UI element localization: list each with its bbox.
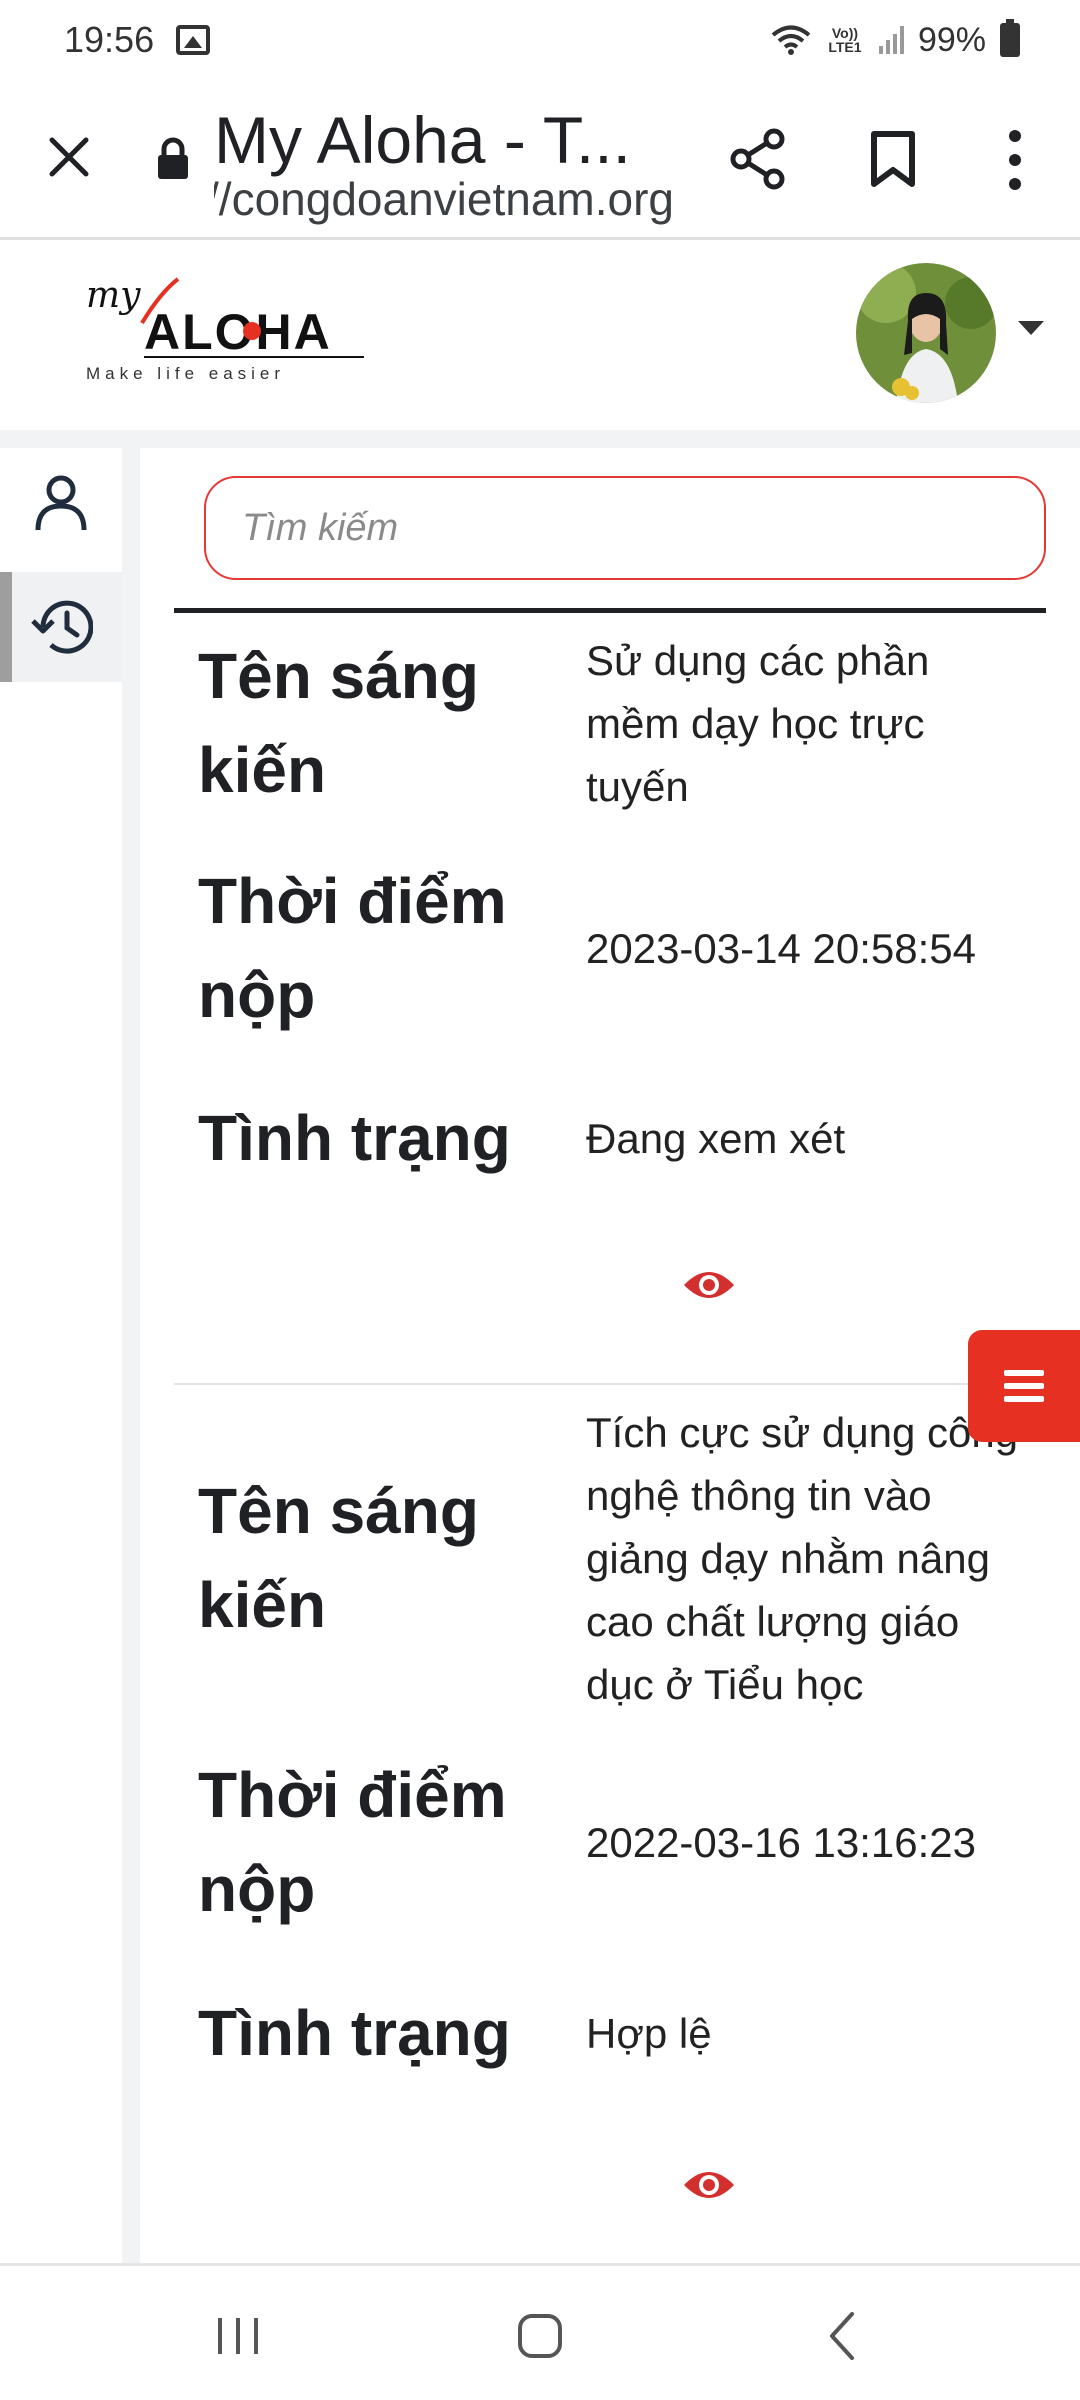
record-status-value: Đang xem xét [586, 1114, 846, 1162]
record-row-name: Tên sáng kiến Tích cực sử dụng công nghệ… [174, 1385, 1046, 1731]
record-row-name: Tên sáng kiến Sử dụng các phần mềm dạy h… [174, 613, 1046, 833]
account-dropdown-caret-icon[interactable] [1018, 321, 1044, 335]
back-icon[interactable] [826, 2310, 858, 2362]
history-icon [31, 600, 93, 654]
home-icon[interactable] [516, 2312, 564, 2360]
user-avatar[interactable] [856, 263, 996, 403]
user-icon [35, 475, 87, 531]
bookmark-icon[interactable] [870, 130, 916, 188]
signal-icon [878, 26, 904, 54]
record-actions [174, 1213, 1046, 1383]
share-icon[interactable] [730, 128, 786, 190]
record-name-value: Sử dụng các phần mềm dạy học trực tuyến [586, 636, 930, 810]
browser-toolbar: My Aloha - T... https://congdoanvietnam.… [0, 80, 1080, 240]
lock-icon [158, 137, 188, 179]
initiative-record: Tên sáng kiến Tích cực sử dụng công nghệ… [174, 1385, 1046, 2263]
record-time-label: Thời điểm nộp [198, 1759, 507, 1925]
record-time-label: Thời điểm nộp [198, 865, 507, 1031]
status-indicators: Vo)) LTE1 99% [771, 0, 1020, 80]
floating-menu-button[interactable] [968, 1330, 1080, 1442]
record-time-value: 2023-03-14 20:58:54 [586, 924, 976, 972]
hamburger-menu-icon [1004, 1370, 1044, 1402]
initiative-record: Tên sáng kiến Sử dụng các phần mềm dạy h… [174, 613, 1046, 1385]
svg-text:Make life easier: Make life easier [86, 364, 285, 383]
close-icon[interactable] [44, 132, 94, 182]
header-separator [0, 430, 1080, 448]
status-time: 19:56 [64, 19, 155, 60]
record-name-label: Tên sáng kiến [198, 1475, 479, 1641]
system-navigation-bar [0, 2263, 1080, 2400]
more-vert-icon[interactable] [1000, 128, 1030, 192]
view-eye-icon[interactable] [682, 1265, 736, 1305]
svg-text:my: my [86, 275, 141, 316]
site-header: my ALOHA Make life easier [0, 243, 1080, 430]
main-content: Tên sáng kiến Sử dụng các phần mềm dạy h… [140, 448, 1080, 2263]
search-input[interactable] [204, 476, 1046, 580]
view-eye-icon[interactable] [682, 2165, 736, 2205]
record-row-status: Tình trạng Đang xem xét [174, 1063, 1046, 1213]
svg-text:ALOHA: ALOHA [144, 304, 332, 360]
sidebar-item-profile[interactable] [0, 448, 122, 558]
active-indicator [0, 572, 12, 682]
record-row-time: Thời điểm nộp 2022-03-16 13:16:23 [174, 1731, 1046, 1953]
status-bar: 19:56 Vo)) LTE1 99% [0, 0, 1080, 80]
page-url[interactable]: https://congdoanvietnam.org [214, 172, 674, 226]
my-aloha-logo[interactable]: my ALOHA Make life easier [82, 273, 372, 383]
record-time-value: 2022-03-16 13:16:23 [586, 1818, 976, 1866]
network-type-label: Vo)) LTE1 [828, 25, 862, 55]
record-status-label: Tình trạng [198, 1997, 511, 2069]
recent-apps-icon[interactable] [214, 2316, 262, 2356]
sidebar-item-history[interactable] [0, 572, 122, 682]
battery-percent: 99% [917, 20, 986, 59]
page-title: My Aloha - T... [214, 103, 631, 177]
gallery-notification-icon [176, 25, 211, 55]
record-name-label: Tên sáng kiến [198, 640, 479, 806]
record-row-time: Thời điểm nộp 2023-03-14 20:58:54 [174, 833, 1046, 1063]
battery-icon [1000, 19, 1020, 57]
wifi-icon [771, 25, 811, 55]
record-name-value: Tích cực sử dụng công nghệ thông tin vào… [586, 1408, 1019, 1708]
sidebar-panel [0, 448, 122, 2263]
record-row-status: Tình trạng Hợp lệ [174, 1953, 1046, 2113]
sidebar [0, 448, 140, 2263]
record-status-label: Tình trạng [198, 1102, 511, 1174]
record-actions [174, 2113, 1046, 2263]
record-status-value: Hợp lệ [586, 2009, 712, 2057]
